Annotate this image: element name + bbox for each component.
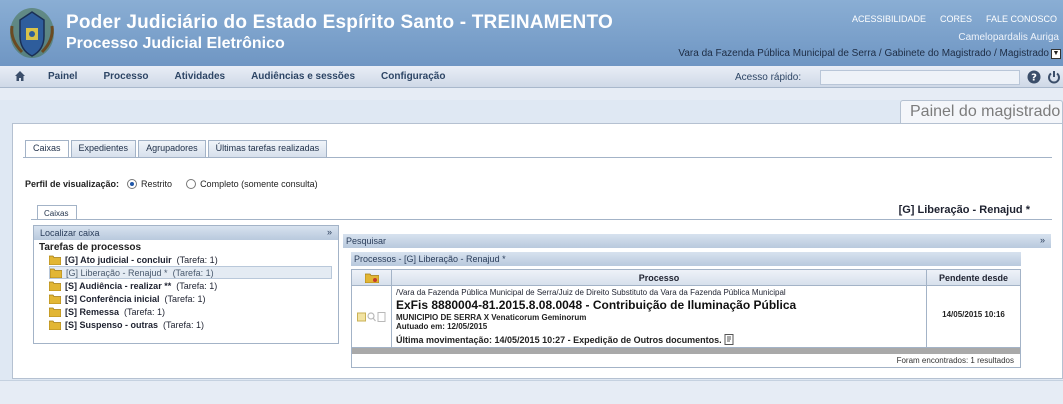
tree-item-count: (Tarefa: 1) <box>163 319 205 330</box>
tab-expedientes[interactable]: Expedientes <box>70 140 137 157</box>
folder-icon <box>49 320 61 330</box>
search-icon[interactable] <box>367 311 376 322</box>
tag-icon[interactable] <box>357 312 366 322</box>
organ-select[interactable]: Vara da Fazenda Pública Municipal de Ser… <box>678 48 1061 59</box>
tree-item[interactable]: [S] Audiência - realizar ** (Tarefa: 1) <box>49 279 332 292</box>
main-menu: Painel Processo Atividades Audiências e … <box>0 66 1063 88</box>
tab-caixas[interactable]: Caixas <box>25 140 69 158</box>
locate-box-bar[interactable]: Localizar caixa » <box>34 226 338 240</box>
boxes-panel: Localizar caixa » Tarefas de processos [… <box>33 225 339 344</box>
chevron-down-icon[interactable]: ▼ <box>1051 48 1061 59</box>
document-link-icon[interactable] <box>724 334 735 345</box>
tree-item-name: [S] Audiência - realizar ** <box>65 280 172 291</box>
radio-completo[interactable] <box>186 179 197 189</box>
tree-item-count: (Tarefa: 1) <box>176 280 218 291</box>
tab-agrupadores[interactable]: Agrupadores <box>138 140 206 157</box>
tree-item[interactable]: [S] Remessa (Tarefa: 1) <box>49 305 332 318</box>
view-profile-label: Perfil de visualização: <box>25 179 120 189</box>
tree-item-count: (Tarefa: 1) <box>164 293 206 304</box>
radio-completo-label: Completo (somente consulta) <box>200 179 318 189</box>
logout-icon[interactable] <box>1047 70 1061 84</box>
quick-access-label: Acesso rápido: <box>735 72 802 83</box>
radio-restrito-label: Restrito <box>141 179 173 189</box>
tree-item-name: [G] Liberação - Renajud * <box>66 267 168 278</box>
subtab-divider <box>31 219 1052 220</box>
table-header: Processo Pendente desde <box>352 270 1020 286</box>
results-count: Foram encontrados: 1 resultados <box>896 356 1014 365</box>
folder-icon <box>49 281 61 291</box>
process-parties: MUNICIPIO DE SERRA X Venaticorum Geminor… <box>396 313 587 322</box>
process-info: /Vara da Fazenda Pública Municipal de Se… <box>392 286 927 347</box>
menu-atividades[interactable]: Atividades <box>175 71 226 82</box>
expand-search-icon[interactable]: » <box>1040 235 1045 245</box>
collapse-left-icon[interactable]: » <box>327 227 332 237</box>
process-filed-date: Autuado em: 12/05/2015 <box>396 322 488 331</box>
process-list-bar: Processos - [G] Liberação - Renajud * <box>351 252 1021 266</box>
main-panel: Caixas Expedientes Agrupadores Últimas t… <box>12 123 1063 379</box>
tree-item-count: (Tarefa: 1) <box>172 267 214 278</box>
tree-item[interactable]: [S] Conferência inicial (Tarefa: 1) <box>49 292 332 305</box>
search-bar[interactable]: Pesquisar » <box>343 234 1051 248</box>
process-table: Processo Pendente desde /Vara da Fazenda… <box>351 269 1021 368</box>
folder-icon <box>50 268 62 278</box>
folder-icon <box>49 307 61 317</box>
last-movement-text: Última movimentação: 14/05/2015 10:27 - … <box>396 334 722 345</box>
folder-icon <box>49 294 61 304</box>
tag-icon[interactable] <box>364 272 379 283</box>
tree-item-name: [S] Conferência inicial <box>65 293 160 304</box>
app-subtitle: Processo Judicial Eletrônico <box>66 35 285 52</box>
tree-item-count: (Tarefa: 1) <box>124 306 166 317</box>
header-pendente[interactable]: Pendente desde <box>927 270 1020 285</box>
user-name: Camelopardalis Auriga <box>958 32 1059 43</box>
menu-audiencias[interactable]: Audiências e sessões <box>251 71 355 82</box>
quick-access-input[interactable] <box>820 70 1020 85</box>
home-icon[interactable] <box>14 70 26 82</box>
search-label: Pesquisar <box>346 236 387 246</box>
folder-icon <box>49 255 61 265</box>
process-last-movement: Última movimentação: 14/05/2015 10:27 - … <box>396 334 926 345</box>
header-processo[interactable]: Processo <box>392 270 927 285</box>
tab-ultimas-tarefas[interactable]: Últimas tarefas realizadas <box>207 140 328 157</box>
app-header: Poder Judiciário do Estado Espírito Sant… <box>0 0 1063 66</box>
svg-text:?: ? <box>1031 73 1037 84</box>
app-title: Poder Judiciário do Estado Espírito Sant… <box>66 12 613 33</box>
view-profile: Perfil de visualização: Restrito Complet… <box>25 179 328 189</box>
help-icon[interactable]: ? <box>1027 70 1041 84</box>
tree-item-name: [S] Remessa <box>65 306 120 317</box>
tree-item-name: [G] Ato judicial - concluir <box>65 254 172 265</box>
page-title: Painel do magistrado <box>900 100 1063 124</box>
contact-link[interactable]: FALE CONOSCO <box>986 14 1057 24</box>
menu-painel[interactable]: Painel <box>48 71 77 82</box>
tree-item[interactable]: [G] Ato judicial - concluir (Tarefa: 1) <box>49 253 332 266</box>
menu-configuracao[interactable]: Configuração <box>381 71 445 82</box>
menu-processo[interactable]: Processo <box>103 71 148 82</box>
process-number[interactable]: ExFis 8880004-81.2015.8.08.0048 - Contri… <box>396 298 926 312</box>
state-coat-of-arms-logo <box>10 8 54 58</box>
accessibility-link[interactable]: ACESSIBILIDADE <box>852 14 926 24</box>
table-row[interactable]: /Vara da Fazenda Pública Municipal de Se… <box>352 286 1020 348</box>
tab-divider <box>23 157 1052 158</box>
caixas-subtab[interactable]: Caixas <box>37 205 77 220</box>
tree-title: Tarefas de processos <box>39 242 142 253</box>
locate-box-label: Localizar caixa <box>40 228 100 238</box>
header-strip <box>0 88 1063 100</box>
header-icon-cell <box>352 270 392 285</box>
document-icon[interactable] <box>377 311 386 322</box>
radio-restrito[interactable] <box>127 179 138 189</box>
tree-item-name: [S] Suspenso - outras <box>65 319 159 330</box>
selected-box-heading: [G] Liberação - Renajud * <box>898 204 1030 216</box>
organ-select-value: Vara da Fazenda Pública Municipal de Ser… <box>678 48 1049 59</box>
process-organ: /Vara da Fazenda Pública Municipal de Se… <box>396 288 786 297</box>
tree-item-count: (Tarefa: 1) <box>176 254 218 265</box>
row-icons <box>352 286 392 347</box>
pending-since: 14/05/2015 10:16 <box>942 310 1005 319</box>
panel-tabs: Caixas Expedientes Agrupadores Últimas t… <box>25 140 328 158</box>
tree-item[interactable]: [S] Suspenso - outras (Tarefa: 1) <box>49 318 332 331</box>
colors-link[interactable]: CORES <box>940 14 972 24</box>
tree-item-selected[interactable]: [G] Liberação - Renajud * (Tarefa: 1) <box>49 266 332 279</box>
footer-strip <box>0 380 1063 404</box>
top-links: ACESSIBILIDADE CORES FALE CONOSCO <box>852 14 1057 24</box>
